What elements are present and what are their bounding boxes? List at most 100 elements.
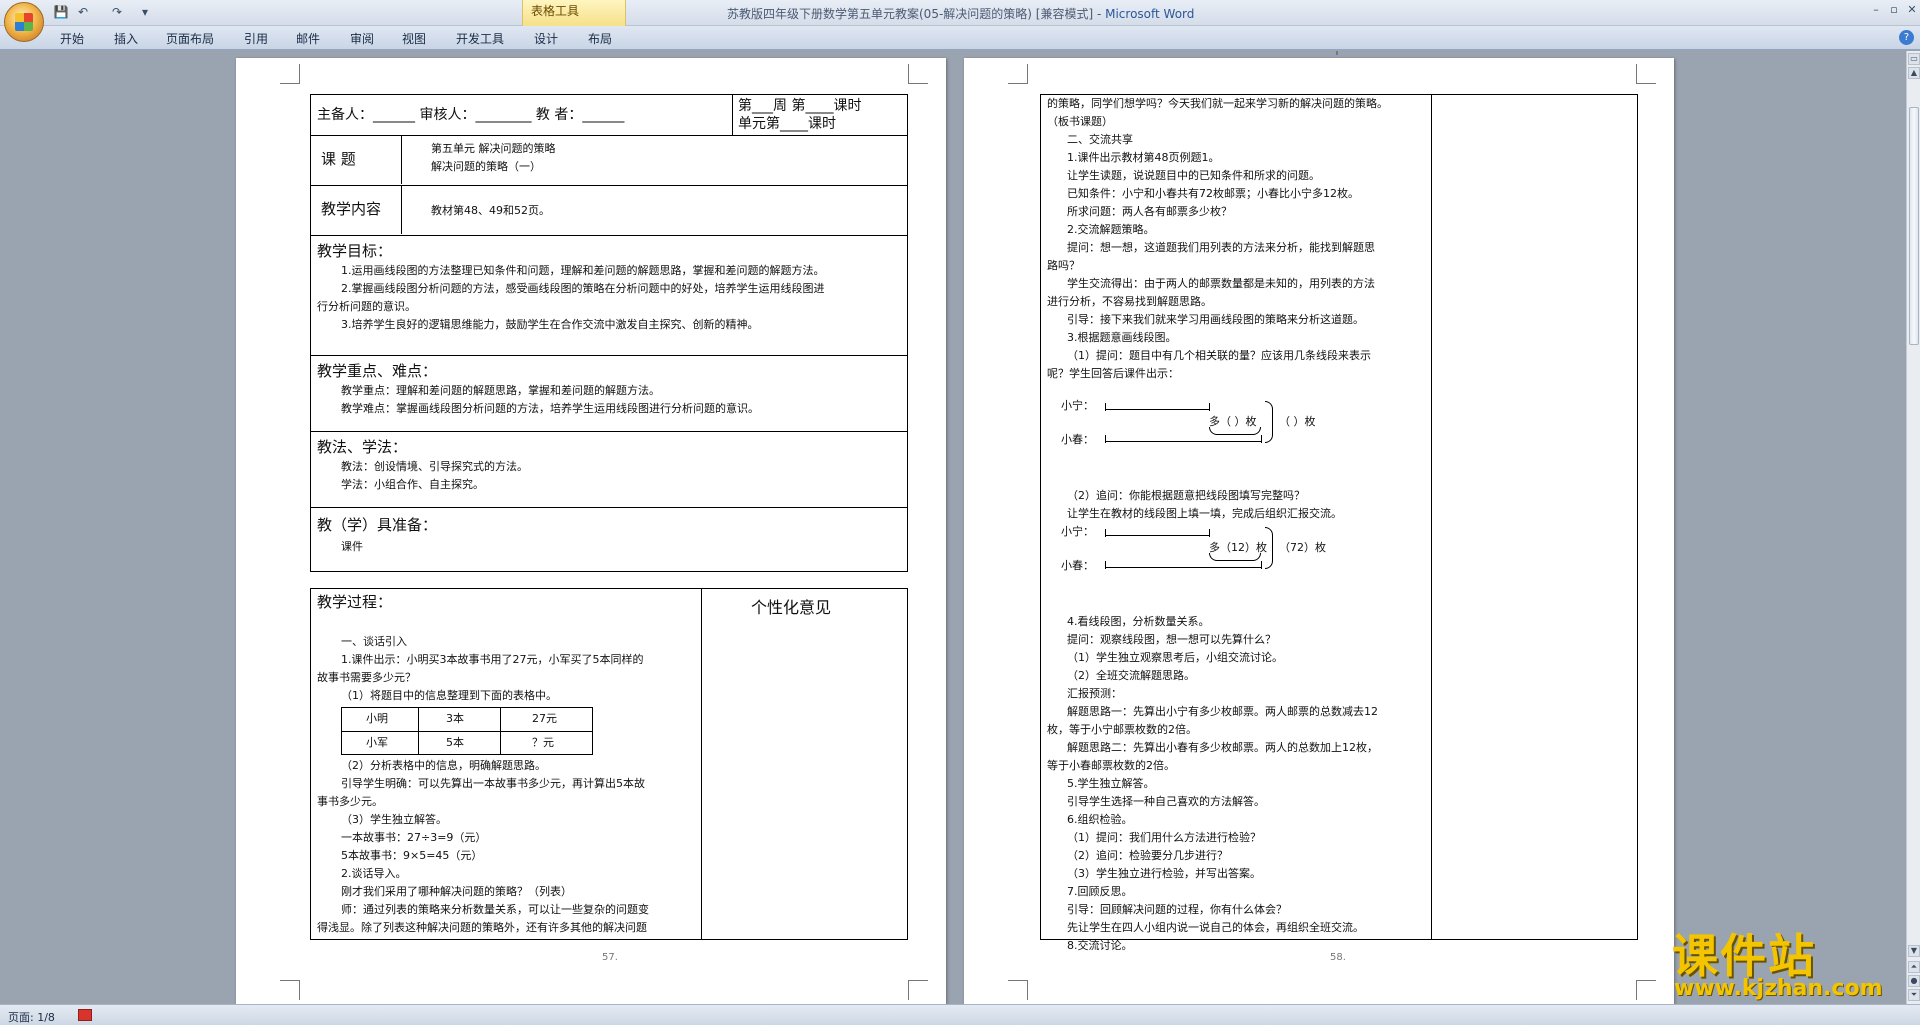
process-line: 8.交流讨论。	[1067, 939, 1133, 952]
undo-icon[interactable]: ↶	[74, 4, 92, 20]
cell-divider	[732, 95, 733, 135]
process-line: 等于小春邮票枚数的2倍。	[1047, 759, 1175, 772]
segment-tick	[1209, 403, 1210, 411]
page-number: 58.	[1330, 952, 1346, 963]
crop-mark	[1636, 980, 1656, 1000]
info-cell: ？元	[532, 736, 554, 749]
diagram-more: 多（ ）枚	[1209, 415, 1257, 428]
diagram-label: 小春：	[1061, 559, 1094, 572]
prep-row: 教（学）具准备： 课件	[310, 508, 908, 572]
ruler-toggle-icon[interactable]: ▭	[1908, 53, 1920, 65]
process-line: 呢？学生回答后课件出示：	[1047, 367, 1179, 380]
tab-page-layout[interactable]: 页面布局	[166, 30, 214, 47]
watermark-url: www.kjzhan.com	[1674, 976, 1883, 1001]
goal-line: 行分析问题的意识。	[317, 300, 416, 313]
segment-tick	[1261, 435, 1262, 443]
process-line: 2.谈话导入。	[341, 867, 407, 880]
process-line: 引导：回顾解决问题的过程，你有什么体会？	[1067, 903, 1287, 916]
page-57: 57. 主备人：______ 审核人：________ 教 者：______ 第…	[236, 58, 946, 1004]
topic-line: 解决问题的策略（一）	[431, 160, 541, 173]
segment-tick	[1209, 529, 1210, 537]
keypoints-row: 教学重点、难点： 教学重点：理解和差问题的解题思路，掌握和差问题的解题方法。 教…	[310, 356, 908, 432]
process-line: 所求问题：两人各有邮票多少枚？	[1067, 205, 1232, 218]
status-bar: 页面: 1/8	[0, 1004, 1920, 1025]
process-line: （2）全班交流解题思路。	[1067, 669, 1195, 682]
line-diagram-2: 小宁： 小春： 多（12）枚 （72）枚	[1061, 525, 1421, 573]
process-line: 引导学生选择一种自己喜欢的方法解答。	[1067, 795, 1265, 808]
process-line: 引导学生明确：可以先算出一本故事书多少元，再计算出5本故	[341, 777, 645, 790]
tab-design[interactable]: 设计	[534, 30, 558, 47]
context-tab-group-label: 表格工具	[522, 0, 626, 26]
total-brace	[1265, 527, 1273, 569]
process-line: 路吗？	[1047, 259, 1080, 272]
crop-mark	[1636, 64, 1656, 84]
diagram-total: （72）枚	[1279, 541, 1326, 554]
tab-layout[interactable]: 布局	[588, 30, 612, 47]
title-bar: 💾 ↶ ↷ ▾ 表格工具 苏教版四年级下册数学第五单元教案(05-解决问题的策略…	[0, 0, 1920, 26]
topic-row: 课 题 第五单元 解决问题的策略 解决问题的策略（一）	[310, 136, 908, 186]
page-count-indicator[interactable]: 页面: 1/8	[8, 1009, 55, 1025]
opinion-title: 个性化意见	[751, 598, 832, 617]
process-line: 已知条件：小宁和小春共有72枚邮票；小春比小宁多12枚。	[1067, 187, 1359, 200]
segment-tick	[1261, 561, 1262, 569]
tab-view[interactable]: 视图	[402, 30, 426, 47]
process-line: （2）追问：检验要分几步进行？	[1067, 849, 1228, 862]
info-cell: 27元	[532, 712, 557, 725]
document-title: 苏教版四年级下册数学第五单元教案(05-解决问题的策略) [兼容模式] -	[727, 7, 1106, 21]
process-line: （1）学生独立观察思考后，小组交流讨论。	[1067, 651, 1283, 664]
segment-a	[1105, 535, 1209, 536]
line-diagram-1: 小宁： 小春： 多（ ）枚 （ ）枚	[1061, 399, 1421, 447]
vertical-scrollbar[interactable]: ▭ ▲ ▼ ⏶ ● ⏷	[1906, 51, 1920, 1004]
prep-line: 主备人：______ 审核人：________ 教 者：______	[317, 107, 625, 123]
method-title: 教法、学法：	[317, 438, 408, 456]
app-name: Microsoft Word	[1105, 7, 1195, 21]
process-line: 5本故事书：9×5=45（元）	[341, 849, 483, 862]
save-icon[interactable]: 💾	[52, 4, 70, 20]
tab-review[interactable]: 审阅	[350, 30, 374, 47]
goals-title: 教学目标：	[317, 242, 393, 260]
scroll-thumb[interactable]	[1909, 107, 1919, 345]
help-icon[interactable]: ?	[1899, 30, 1914, 45]
process-line: （3）学生独立进行检验，并写出答案。	[1067, 867, 1261, 880]
cell-divider	[401, 186, 402, 234]
tab-references[interactable]: 引用	[244, 30, 268, 47]
process-line: 解题思路一：先算出小宁有多少枚邮票。两人邮票的总数减去12	[1067, 705, 1378, 718]
tab-developer[interactable]: 开发工具	[456, 30, 504, 47]
restore-button[interactable]: ▫	[1884, 3, 1904, 17]
process-line: 师：通过列表的策略来分析数量关系，可以让一些复杂的问题变	[341, 903, 649, 916]
crop-mark	[908, 980, 928, 1000]
segment-a	[1105, 409, 1209, 410]
minimize-button[interactable]: –	[1866, 3, 1886, 17]
office-button[interactable]	[4, 2, 44, 42]
process-line: （3）学生独立解答。	[341, 813, 447, 826]
diagram-label: 小宁：	[1061, 399, 1094, 412]
process-line: 3.根据题意画线段图。	[1067, 331, 1177, 344]
next-page-icon[interactable]: ⏷	[1908, 989, 1920, 1001]
scroll-up-arrow-icon[interactable]: ▲	[1908, 67, 1920, 79]
proofing-error-icon[interactable]	[78, 1009, 92, 1021]
topic-line: 第五单元 解决问题的策略	[431, 142, 556, 155]
redo-icon[interactable]: ↷	[108, 4, 126, 20]
process-line: （2）追问：你能根据题意把线段图填写完整吗？	[1067, 489, 1305, 502]
customize-qat-icon[interactable]: ▾	[136, 4, 154, 20]
process-line: （1）提问：我们用什么方法进行检验？	[1067, 831, 1261, 844]
process-line: 一、谈话引入	[341, 635, 407, 648]
cell-divider	[1431, 95, 1432, 939]
method-line: 教法：创设情境、引导探究式的方法。	[341, 460, 528, 473]
select-browse-object-icon[interactable]: ●	[1908, 975, 1920, 987]
tab-home[interactable]: 开始	[60, 30, 84, 47]
scroll-down-arrow-icon[interactable]: ▼	[1908, 945, 1920, 957]
process-line: 一本故事书：27÷3=9（元）	[341, 831, 487, 844]
goal-line: 1.运用画线段图的方法整理已知条件和问题，理解和差问题的解题思路，掌握和差问题的…	[341, 264, 825, 277]
process-line: 7.回顾反思。	[1067, 885, 1133, 898]
cell-divider	[701, 589, 702, 939]
previous-page-icon[interactable]: ⏶	[1908, 961, 1920, 973]
info-table: 小明 3本 27元 小军 5本 ？元	[341, 707, 593, 755]
site-watermark: 课件站 www.kjzhan.com	[1666, 920, 1906, 1004]
tab-insert[interactable]: 插入	[114, 30, 138, 47]
page-number: 57.	[602, 952, 618, 963]
process-line: 故事书需要多少元？	[317, 671, 416, 684]
process-line: 学生交流得出：由于两人的邮票数量都是未知的，用列表的方法	[1067, 277, 1375, 290]
close-button[interactable]: ✕	[1902, 3, 1920, 17]
tab-mailings[interactable]: 邮件	[296, 30, 320, 47]
